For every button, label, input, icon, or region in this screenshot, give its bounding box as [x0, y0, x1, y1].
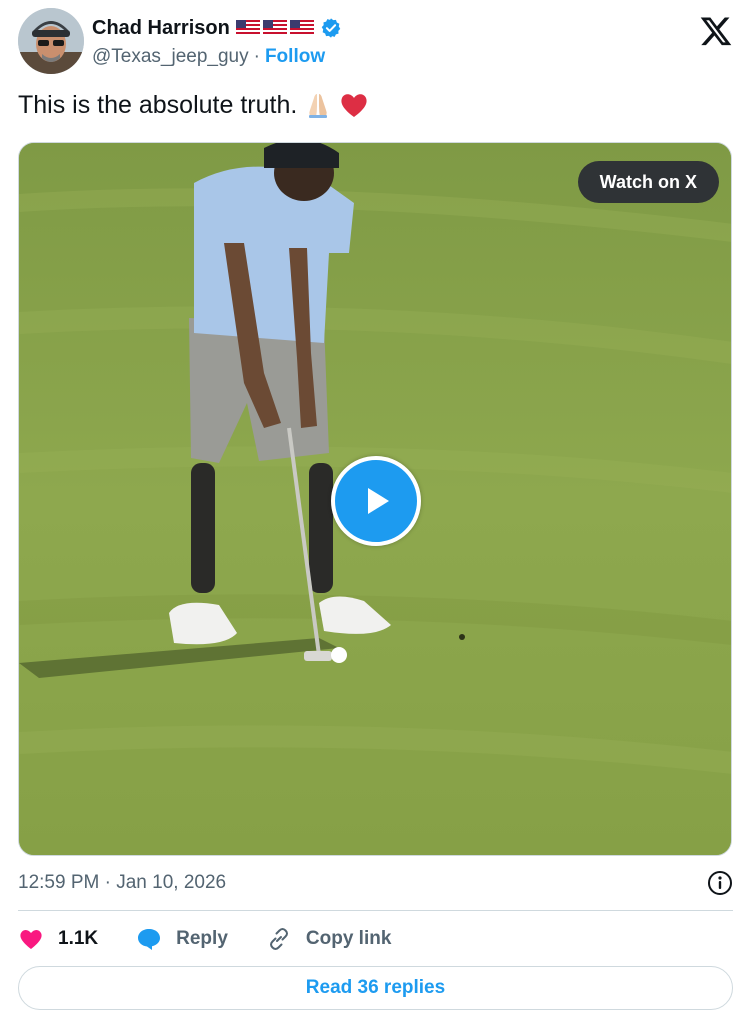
us-flag-icon	[289, 20, 314, 36]
folded-hands-emoji-icon	[309, 94, 328, 118]
like-button[interactable]: 1.1K	[18, 927, 98, 951]
handle[interactable]: @Texas_jeep_guy	[92, 46, 249, 68]
flag-emojis	[235, 20, 314, 36]
handle-row: @Texas_jeep_guy · Follow	[92, 46, 325, 68]
red-heart-emoji-icon	[341, 94, 367, 117]
info-icon[interactable]	[707, 870, 733, 896]
avatar[interactable]	[18, 8, 84, 74]
verified-badge-icon	[321, 18, 341, 38]
timestamp[interactable]: 12:59 PM · Jan 10, 2026	[18, 872, 226, 894]
x-logo-icon[interactable]	[699, 14, 733, 48]
display-name[interactable]: Chad Harrison	[92, 17, 230, 40]
separator: ·	[253, 46, 260, 67]
reply-button[interactable]: Reply	[136, 926, 228, 952]
name-row: Chad Harrison	[92, 14, 342, 42]
copy-link-button[interactable]: Copy link	[266, 926, 392, 952]
copy-link-label: Copy link	[305, 928, 392, 949]
tweet-actions: 1.1K Reply Copy link	[18, 920, 429, 958]
play-button[interactable]	[331, 456, 421, 546]
read-replies-button[interactable]: Read 36 replies	[18, 966, 733, 1010]
us-flag-icon	[235, 20, 260, 36]
tweet-text: This is the absolute truth.	[18, 90, 369, 120]
video-media[interactable]: Watch on X	[18, 142, 732, 856]
tweet-meta: 12:59 PM · Jan 10, 2026	[18, 868, 733, 898]
tweet-body: This is the absolute truth.	[18, 90, 298, 119]
play-icon	[368, 488, 389, 514]
like-count: 1.1K	[58, 928, 99, 949]
watch-on-x-button[interactable]: Watch on X	[577, 161, 719, 203]
us-flag-icon	[262, 20, 287, 36]
tweet-header: Chad Harrison @Texas_jeep_guy · Follow	[18, 8, 733, 78]
reply-bubble-icon	[138, 929, 161, 950]
link-icon	[269, 928, 288, 950]
heart-icon	[20, 930, 42, 949]
follow-button[interactable]: Follow	[265, 46, 325, 68]
divider	[18, 910, 733, 911]
reply-label: Reply	[176, 928, 228, 949]
